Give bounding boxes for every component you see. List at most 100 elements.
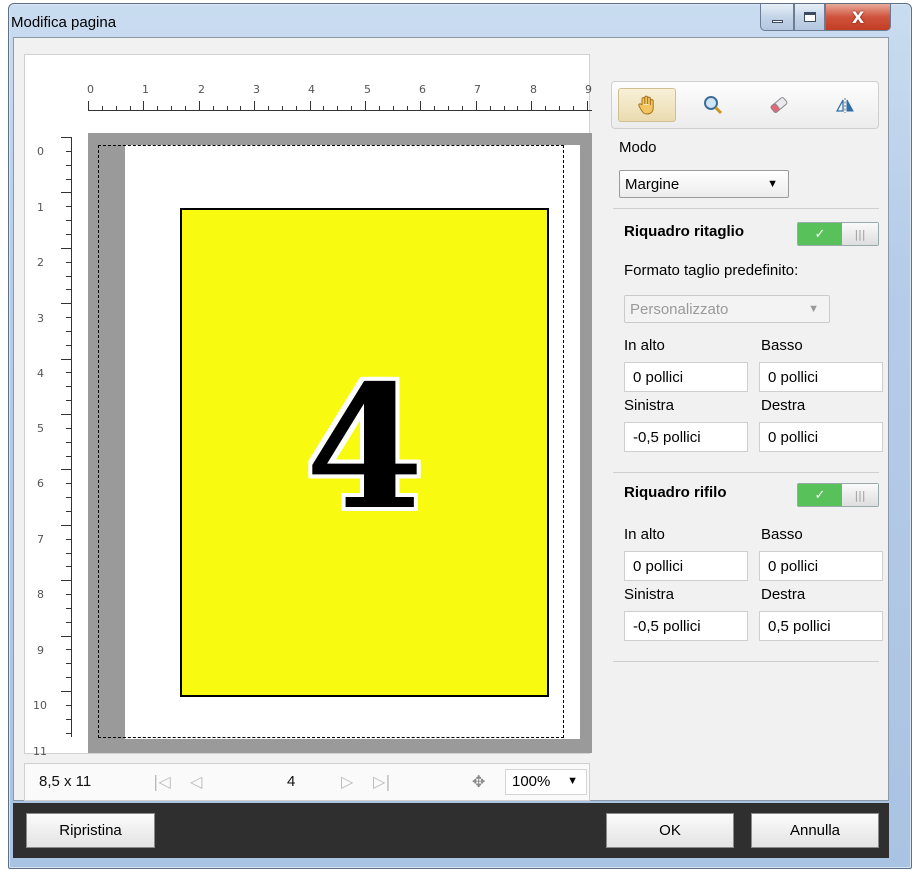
ruler-tick <box>66 289 71 291</box>
ruler-tick <box>61 358 71 360</box>
ruler-tick <box>198 101 200 111</box>
trim-left-input[interactable]: -0,5 pollici <box>624 611 748 641</box>
ruler-v-label: 5 <box>37 422 44 435</box>
ruler-tick <box>157 106 159 111</box>
ruler-tick <box>254 101 256 111</box>
ruler-tick <box>406 106 408 111</box>
trim-box-toggle[interactable]: ✓ ||| <box>797 483 879 507</box>
ruler-tick <box>66 552 71 554</box>
eraser-tool-icon <box>770 97 788 113</box>
trim-bottom-label: Basso <box>761 526 803 543</box>
ruler-tick <box>61 469 71 471</box>
ruler-tick <box>171 106 173 111</box>
ruler-tick <box>392 106 394 111</box>
trim-top-input[interactable]: 0 pollici <box>624 551 748 581</box>
ruler-tick <box>461 106 463 111</box>
zoom-select[interactable]: 100% ▼ <box>505 769 587 795</box>
minimize-button[interactable] <box>760 4 794 31</box>
zoom-tool-button[interactable] <box>684 88 742 122</box>
ruler-v-label: 1 <box>37 201 44 214</box>
crop-left-value: -0,5 pollici <box>633 429 701 446</box>
pan-icon[interactable]: ✥ <box>472 772 485 791</box>
crop-left-label: Sinistra <box>624 397 675 414</box>
page-number-graphic: 4 <box>305 347 424 548</box>
preset-format-select[interactable]: Personalizzato ▼ <box>624 295 830 323</box>
chevron-down-icon: ▼ <box>567 775 578 787</box>
crop-left-input[interactable]: -0,5 pollici <box>624 422 748 452</box>
next-page-icon[interactable]: ▷ <box>341 772 353 791</box>
ruler-tick <box>323 106 325 111</box>
ruler-tick <box>475 101 477 111</box>
crop-right-input[interactable]: 0 pollici <box>759 422 883 452</box>
ruler-tick <box>545 106 547 111</box>
ruler-tick <box>66 732 71 734</box>
current-page-number[interactable]: 4 <box>287 773 295 790</box>
ruler-tick <box>184 106 186 111</box>
ruler-tick <box>531 101 533 111</box>
ruler-v-label: 6 <box>37 477 44 490</box>
ruler-h-label: 1 <box>142 83 149 96</box>
ruler-tick <box>66 261 71 263</box>
zoom-tool-icon <box>704 96 723 115</box>
ruler-tick <box>66 621 71 623</box>
ruler-tick <box>66 455 71 457</box>
dialog-body: 0 1 2 3 4 5 6 7 8 9 0 1 2 3 4 5 6 7 8 9 … <box>13 37 889 801</box>
trim-right-input[interactable]: 0,5 pollici <box>759 611 883 641</box>
toggle-on-check-icon: ✓ <box>798 223 842 245</box>
ruler-tick <box>586 101 588 111</box>
ruler-tick <box>66 497 71 499</box>
eraser-tool-button[interactable] <box>750 88 808 122</box>
ruler-tick <box>434 106 436 111</box>
ruler-h-label: 9 <box>585 83 592 96</box>
ruler-tick <box>61 580 71 582</box>
ok-button[interactable]: OK <box>606 813 734 848</box>
toggle-on-check-icon: ✓ <box>798 484 842 506</box>
ruler-tick <box>378 106 380 111</box>
trim-right-value: 0,5 pollici <box>768 618 831 635</box>
trim-bottom-input[interactable]: 0 pollici <box>759 551 883 581</box>
page-size-label: 8,5 x 11 <box>39 773 92 790</box>
ruler-tick <box>295 106 297 111</box>
trim-right-label: Destra <box>761 586 806 603</box>
trim-top-value: 0 pollici <box>633 558 684 575</box>
cancel-button[interactable]: Annulla <box>751 813 879 848</box>
mode-select[interactable]: Margine ▼ <box>619 170 789 198</box>
ruler-tick <box>66 663 71 665</box>
ruler-tick <box>558 106 560 111</box>
ruler-h-label: 6 <box>419 83 426 96</box>
prev-page-icon[interactable]: ◁ <box>190 772 202 791</box>
ruler-tick <box>88 101 89 111</box>
ruler-tick <box>281 106 283 111</box>
first-page-icon[interactable]: |◁ <box>153 772 171 791</box>
ruler-v-label: 8 <box>37 588 44 601</box>
window-title: Modifica pagina <box>11 14 117 31</box>
ruler-tick <box>66 386 71 388</box>
reset-button[interactable]: Ripristina <box>26 813 155 848</box>
ruler-tick <box>61 247 71 249</box>
flip-tool-button[interactable] <box>816 88 874 122</box>
mode-label: Modo <box>619 139 657 156</box>
crop-top-input[interactable]: 0 pollici <box>624 362 748 392</box>
ruler-tick <box>517 106 519 111</box>
last-page-icon[interactable]: ▷| <box>373 772 391 791</box>
preset-format-value: Personalizzato <box>630 301 729 318</box>
ruler-tick <box>66 275 71 277</box>
close-button[interactable]: X <box>825 4 891 31</box>
trim-box-title: Riquadro rifilo <box>624 484 727 501</box>
ruler-tick <box>66 206 71 208</box>
ruler-tick <box>61 192 71 194</box>
ruler-tick <box>66 400 71 402</box>
ruler-h-label: 0 <box>87 83 94 96</box>
ruler-tick <box>489 106 491 111</box>
crop-bottom-input[interactable]: 0 pollici <box>759 362 883 392</box>
ruler-h-label: 4 <box>308 83 315 96</box>
ruler-tick <box>572 106 574 111</box>
hand-tool-button[interactable] <box>618 88 676 122</box>
ruler-tick <box>66 594 71 596</box>
crop-box-toggle[interactable]: ✓ ||| <box>797 222 879 246</box>
ruler-v-label: 0 <box>37 145 44 158</box>
page-preview[interactable]: 0 1 2 3 4 5 6 7 8 9 0 1 2 3 4 5 6 7 8 9 … <box>24 54 592 758</box>
maximize-button[interactable] <box>794 4 825 31</box>
ruler-tick <box>66 718 71 720</box>
close-icon: X <box>851 7 865 27</box>
